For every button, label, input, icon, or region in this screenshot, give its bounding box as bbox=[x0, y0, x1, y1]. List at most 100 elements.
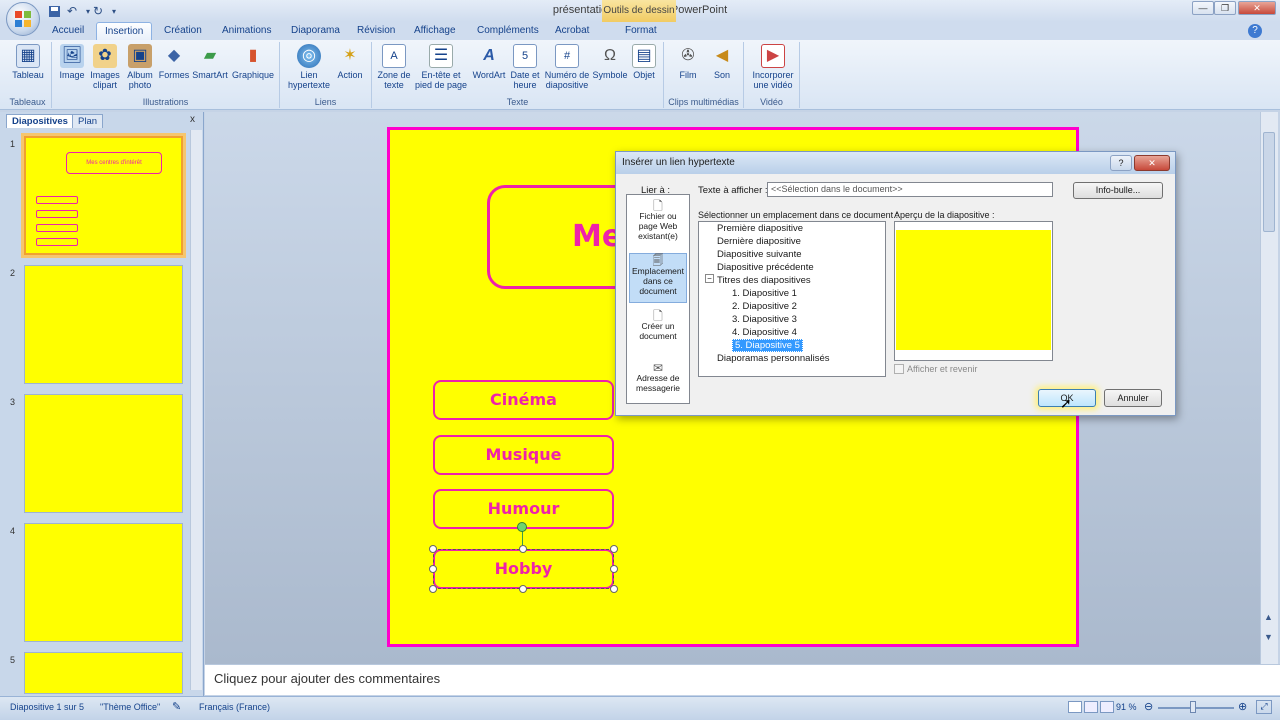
tree-item-custom-shows[interactable]: Diaporamas personnalisés bbox=[717, 353, 829, 364]
tab-plan[interactable]: Plan bbox=[72, 114, 104, 128]
slide-thumbnail-3[interactable] bbox=[24, 394, 183, 513]
table-button[interactable]: ▦ Tableau bbox=[8, 44, 48, 80]
slideshow-icon[interactable] bbox=[1100, 701, 1114, 713]
tab-affichage[interactable]: Affichage bbox=[406, 22, 464, 40]
panel-close-icon[interactable]: x bbox=[190, 114, 195, 125]
slide-scrollbar[interactable]: ▲ ▼ bbox=[1260, 112, 1278, 664]
fit-window-icon[interactable]: ⤢ bbox=[1256, 700, 1272, 714]
tab-diaporama[interactable]: Diaporama bbox=[283, 22, 348, 40]
image-button[interactable]: 🖼 Image bbox=[56, 44, 88, 80]
tree-item-slide-5-selected[interactable]: 5. Diapositive 5 bbox=[732, 339, 803, 352]
zoom-out-icon[interactable]: ⊖ bbox=[1144, 700, 1153, 713]
slides-panel-scrollbar[interactable] bbox=[190, 130, 202, 690]
slide-thumbnail-5[interactable] bbox=[24, 652, 183, 694]
tab-insertion[interactable]: Insertion bbox=[96, 22, 153, 40]
tooltip-button[interactable]: Info-bulle... bbox=[1073, 182, 1163, 199]
slide-number-button[interactable]: # Numéro de diapositive bbox=[542, 44, 592, 90]
tree-item-slide-2[interactable]: 2. Diapositive 2 bbox=[732, 301, 797, 312]
resize-handle[interactable] bbox=[610, 545, 618, 553]
rotation-handle[interactable] bbox=[517, 522, 527, 532]
resize-handle[interactable] bbox=[610, 565, 618, 573]
tree-collapse-icon[interactable]: − bbox=[705, 274, 714, 283]
tree-item-slide-3[interactable]: 3. Diapositive 3 bbox=[732, 314, 797, 325]
link-new-document-button[interactable]: 🗋 Créer un document bbox=[629, 310, 687, 341]
slide-thumbnail-4[interactable] bbox=[24, 523, 183, 642]
tree-item-previous-slide[interactable]: Diapositive précédente bbox=[717, 262, 814, 273]
slide-button-cinema[interactable]: Cinéma bbox=[433, 380, 614, 420]
slide-number: 2 bbox=[10, 268, 16, 278]
normal-view-icon[interactable] bbox=[1068, 701, 1082, 713]
object-button[interactable]: ▤ Objet bbox=[628, 44, 660, 80]
tree-item-slide-4[interactable]: 4. Diapositive 4 bbox=[732, 327, 797, 338]
restore-button[interactable]: ❐ bbox=[1214, 1, 1236, 15]
office-button[interactable] bbox=[6, 2, 40, 36]
show-and-return-label: Afficher et revenir bbox=[907, 364, 978, 374]
slide-thumbnail-2[interactable] bbox=[24, 265, 183, 384]
wordart-button[interactable]: A WordArt bbox=[470, 44, 508, 81]
minimize-button[interactable]: — bbox=[1192, 1, 1214, 15]
status-bar: Diapositive 1 sur 5 "Thème Office" ✎ Fra… bbox=[0, 696, 1280, 720]
help-icon[interactable]: ? bbox=[1248, 24, 1262, 38]
symbol-button[interactable]: Ω Symbole bbox=[592, 44, 628, 81]
action-button[interactable]: ✶ Action bbox=[334, 44, 366, 81]
photo-album-button[interactable]: ▣ Album photo bbox=[122, 44, 158, 90]
zoom-slider[interactable] bbox=[1158, 707, 1234, 709]
sound-button[interactable]: ◀ Son bbox=[706, 44, 738, 81]
chart-button[interactable]: ▮ Graphique bbox=[230, 44, 276, 81]
tree-item-first-slide[interactable]: Première diapositive bbox=[717, 223, 803, 234]
dialog-help-button[interactable]: ? bbox=[1110, 155, 1132, 171]
tree-item-next-slide[interactable]: Diapositive suivante bbox=[717, 249, 802, 260]
slide-button-musique[interactable]: Musique bbox=[433, 435, 614, 475]
resize-handle[interactable] bbox=[429, 545, 437, 553]
link-email-button[interactable]: ✉ Adresse de messagerie bbox=[629, 362, 687, 393]
document-place-icon: 🗐 bbox=[652, 255, 664, 267]
tab-creation[interactable]: Création bbox=[156, 22, 210, 40]
slide-info: Diapositive 1 sur 5 bbox=[10, 702, 85, 712]
display-text-input[interactable]: <<Sélection dans le document>> bbox=[767, 182, 1053, 197]
header-footer-button[interactable]: ☰ En-tête et pied de page bbox=[412, 44, 470, 90]
resize-handle[interactable] bbox=[519, 545, 527, 553]
zoom-in-icon[interactable]: ⊕ bbox=[1238, 700, 1247, 713]
resize-handle[interactable] bbox=[519, 585, 527, 593]
hyperlink-button[interactable]: ◎ Lien hypertexte bbox=[284, 44, 334, 90]
show-and-return-checkbox[interactable] bbox=[894, 364, 904, 374]
zoom-slider-thumb[interactable] bbox=[1190, 701, 1196, 713]
previous-slide-icon[interactable]: ▲ bbox=[1264, 612, 1273, 622]
slide-sorter-icon[interactable] bbox=[1084, 701, 1098, 713]
clipart-button[interactable]: ✿ Images clipart bbox=[88, 44, 122, 90]
tab-acrobat[interactable]: Acrobat bbox=[547, 22, 597, 40]
notes-pane[interactable]: Cliquez pour ajouter des commentaires bbox=[205, 664, 1280, 695]
resize-handle[interactable] bbox=[429, 565, 437, 573]
dialog-close-button[interactable]: ✕ bbox=[1134, 155, 1170, 171]
location-label: Sélectionner un emplacement dans ce docu… bbox=[698, 210, 899, 220]
movie-button[interactable]: ✇ Film bbox=[670, 44, 706, 81]
shapes-button[interactable]: ◆ Formes bbox=[158, 44, 190, 81]
tab-animations[interactable]: Animations bbox=[214, 22, 279, 40]
tree-item-slide-titles[interactable]: Titres des diapositives bbox=[717, 275, 811, 286]
zoom-level[interactable]: 91 % bbox=[1116, 702, 1137, 712]
office-logo-icon bbox=[15, 11, 31, 27]
tab-accueil[interactable]: Accueil bbox=[44, 22, 92, 40]
close-button[interactable]: ✕ bbox=[1238, 1, 1276, 15]
date-time-button[interactable]: 5 Date et heure bbox=[508, 44, 542, 90]
smartart-button[interactable]: ▰ SmartArt bbox=[190, 44, 230, 81]
tab-revision[interactable]: Révision bbox=[349, 22, 403, 40]
textbox-button[interactable]: A Zone de texte bbox=[376, 44, 412, 90]
embed-video-button[interactable]: ▶ Incorporer une vidéo bbox=[748, 44, 798, 90]
resize-handle[interactable] bbox=[429, 585, 437, 593]
tab-complements[interactable]: Compléments bbox=[469, 22, 547, 40]
tree-item-last-slide[interactable]: Dernière diapositive bbox=[717, 236, 801, 247]
tab-format[interactable]: Format bbox=[617, 22, 665, 40]
next-slide-icon[interactable]: ▼ bbox=[1264, 632, 1273, 642]
link-place-in-document-button[interactable]: 🗐 Emplacement dans ce document bbox=[629, 253, 687, 303]
resize-handle[interactable] bbox=[610, 585, 618, 593]
tab-diapositives[interactable]: Diapositives bbox=[6, 114, 74, 128]
language[interactable]: Français (France) bbox=[199, 702, 270, 712]
tree-item-slide-1[interactable]: 1. Diapositive 1 bbox=[732, 288, 797, 299]
slide-thumbnail-1[interactable]: Mes centres d'intérêt bbox=[21, 133, 186, 258]
link-existing-file-button[interactable]: 🗋 Fichier ou page Web existant(e) bbox=[629, 200, 687, 241]
spell-check-icon[interactable]: ✎ bbox=[172, 700, 181, 713]
cancel-button[interactable]: Annuler bbox=[1104, 389, 1162, 407]
slide-number: 4 bbox=[10, 526, 16, 536]
scrollbar-thumb[interactable] bbox=[1263, 132, 1275, 232]
